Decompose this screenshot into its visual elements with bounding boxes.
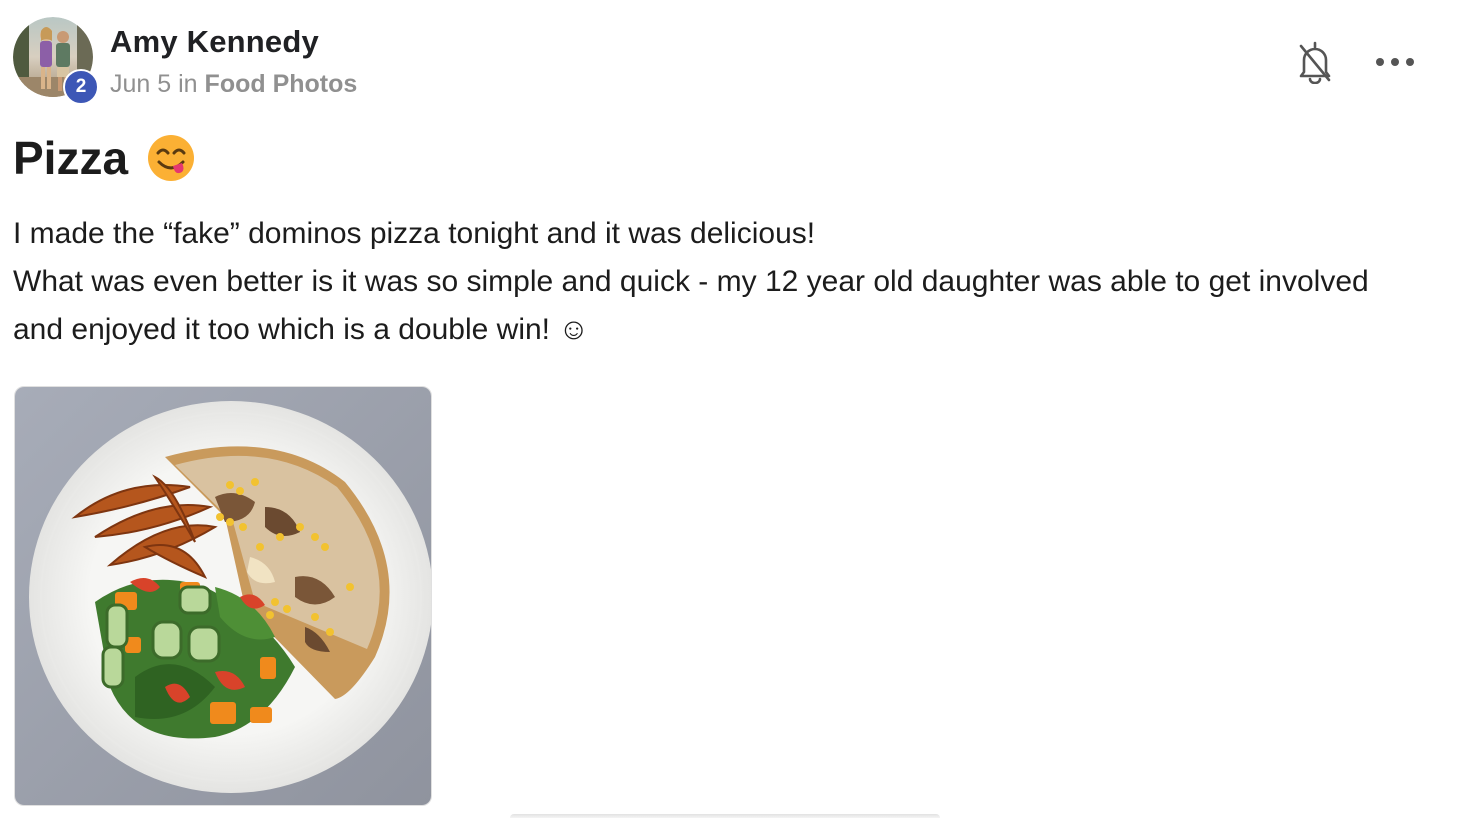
post-title: Pizza bbox=[13, 132, 129, 184]
meta-in-word: in bbox=[178, 70, 198, 98]
author-avatar-wrap[interactable]: 2 bbox=[13, 17, 99, 105]
post-meta: Jun 5 in Food Photos bbox=[110, 70, 357, 99]
post-body: I made the “fake” dominos pizza tonight … bbox=[13, 210, 1373, 354]
post-body-line-2: What was even better is it was so simple… bbox=[13, 265, 1369, 346]
bell-off-icon[interactable] bbox=[1296, 40, 1334, 84]
post-body-line-1: I made the “fake” dominos pizza tonight … bbox=[13, 217, 816, 250]
food-photo bbox=[15, 387, 431, 805]
post-card: 2 Amy Kennedy Jun 5 in Food Photos Pizza… bbox=[0, 0, 1462, 818]
level-badge: 2 bbox=[63, 69, 99, 105]
post-date[interactable]: Jun 5 bbox=[110, 70, 171, 98]
post-image[interactable] bbox=[14, 386, 432, 806]
face-savoring-food-icon bbox=[148, 135, 195, 181]
category-link[interactable]: Food Photos bbox=[205, 70, 358, 98]
author-name[interactable]: Amy Kennedy bbox=[110, 24, 319, 60]
post-title-row: Pizza bbox=[13, 130, 196, 186]
bottom-edge bbox=[510, 814, 940, 818]
more-horizontal-icon[interactable] bbox=[1372, 48, 1418, 76]
